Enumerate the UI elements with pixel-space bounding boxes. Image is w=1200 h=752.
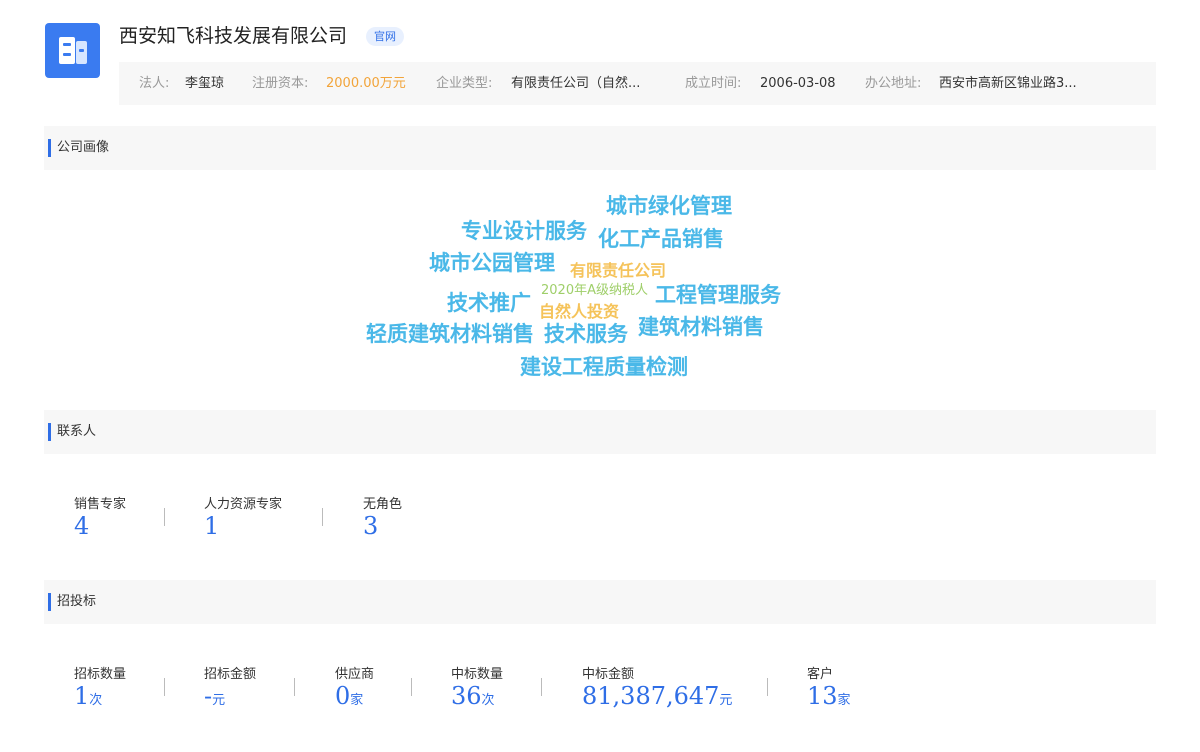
cloud-tag: 城市绿化管理 [606,194,732,218]
founded-date-value: 2006-03-08 [760,76,836,91]
stat-value: 3 [363,512,379,540]
contact-stat-hr-expert[interactable]: 人力资源专家 1 [204,493,282,540]
company-word-cloud: 城市绿化管理 专业设计服务 化工产品销售 城市公园管理 有限责任公司 技术推广 … [0,170,1200,400]
stat-label: 中标数量 [451,667,504,682]
stat-unit: 家 [837,693,851,708]
cloud-tag: 城市公园管理 [429,251,555,275]
section-title: 公司画像 [57,140,110,155]
stat-divider [164,678,165,696]
stat-value: 13 [807,682,838,710]
cloud-tag: 轻质建筑材料销售 [366,322,534,346]
stat-value: 4 [74,512,90,540]
contact-stat-sales-expert[interactable]: 销售专家 4 [74,493,126,540]
stat-divider [322,508,323,526]
stat-unit: 次 [89,693,103,708]
cloud-tag: 工程管理服务 [655,283,781,307]
office-address-label: 办公地址: [865,76,922,91]
stat-label: 人力资源专家 [204,497,283,512]
stat-value: 0 [335,682,351,710]
founded-date-label: 成立时间: [685,76,742,91]
company-type-label: 企业类型: [436,76,493,91]
official-site-tag[interactable]: 官网 [366,27,404,46]
section-header-bidding: 招投标 [44,580,1156,624]
contact-stat-no-role[interactable]: 无角色 3 [363,493,402,540]
section-title: 招投标 [57,594,97,609]
stat-label: 无角色 [363,497,403,512]
cloud-tag: 化工产品销售 [598,227,724,251]
cloud-tag: 建设工程质量检测 [520,355,688,379]
stat-label: 招标金额 [204,667,257,682]
bid-stat-win-count[interactable]: 中标数量 36次 [451,663,503,710]
section-accent-bar [48,139,51,157]
bid-stat-customers[interactable]: 客户 13家 [807,663,851,710]
stat-unit: 元 [212,693,226,708]
bid-stat-tender-amount[interactable]: 招标金额 -元 [204,663,256,710]
stat-label: 销售专家 [74,497,127,512]
company-logo [45,23,100,78]
stat-unit: 元 [719,693,733,708]
bid-stat-suppliers[interactable]: 供应商 0家 [335,663,374,710]
legal-person-label: 法人: [139,76,170,91]
stat-label: 招标数量 [74,667,127,682]
section-header-contacts: 联系人 [44,410,1156,454]
cloud-tag: 专业设计服务 [461,219,587,243]
stat-divider [294,678,295,696]
company-name: 西安知飞科技发展有限公司 [119,25,348,47]
registered-capital-label: 注册资本: [252,76,309,91]
cloud-tag: 2020年A级纳税人 [541,283,648,298]
stat-divider [541,678,542,696]
office-address-value: 西安市高新区锦业路3... [939,76,1077,91]
stat-value: 81,387,647 [582,682,720,710]
stat-label: 客户 [807,667,834,682]
stat-value: - [204,682,213,710]
stat-value: 1 [204,512,220,540]
section-header-portrait: 公司画像 [44,126,1156,170]
stat-unit: 次 [481,693,495,708]
section-accent-bar [48,423,51,441]
stat-divider [767,678,768,696]
section-title: 联系人 [57,424,97,439]
cloud-tag: 技术推广 [447,291,531,315]
cloud-tag: 有限责任公司 [570,261,667,280]
stat-unit: 家 [350,693,364,708]
company-type-value: 有限责任公司（自然... [511,76,641,91]
stat-value: 1 [74,682,90,710]
section-accent-bar [48,593,51,611]
legal-person-value[interactable]: 李玺琼 [185,62,224,105]
cloud-tag: 建筑材料销售 [638,315,764,339]
bid-stat-tender-count[interactable]: 招标数量 1次 [74,663,126,710]
stat-label: 供应商 [335,667,375,682]
stat-label: 中标金额 [582,667,635,682]
cloud-tag: 技术服务 [544,322,628,346]
bid-stat-win-amount[interactable]: 中标金额 81,387,647元 [582,663,732,710]
stat-value: 36 [451,682,482,710]
stat-divider [411,678,412,696]
company-info-bar: 法人: 李玺琼 注册资本: 2000.00万元 企业类型: 有限责任公司（自然.… [119,62,1156,105]
stat-divider [164,508,165,526]
registered-capital-value: 2000.00万元 [326,76,406,91]
